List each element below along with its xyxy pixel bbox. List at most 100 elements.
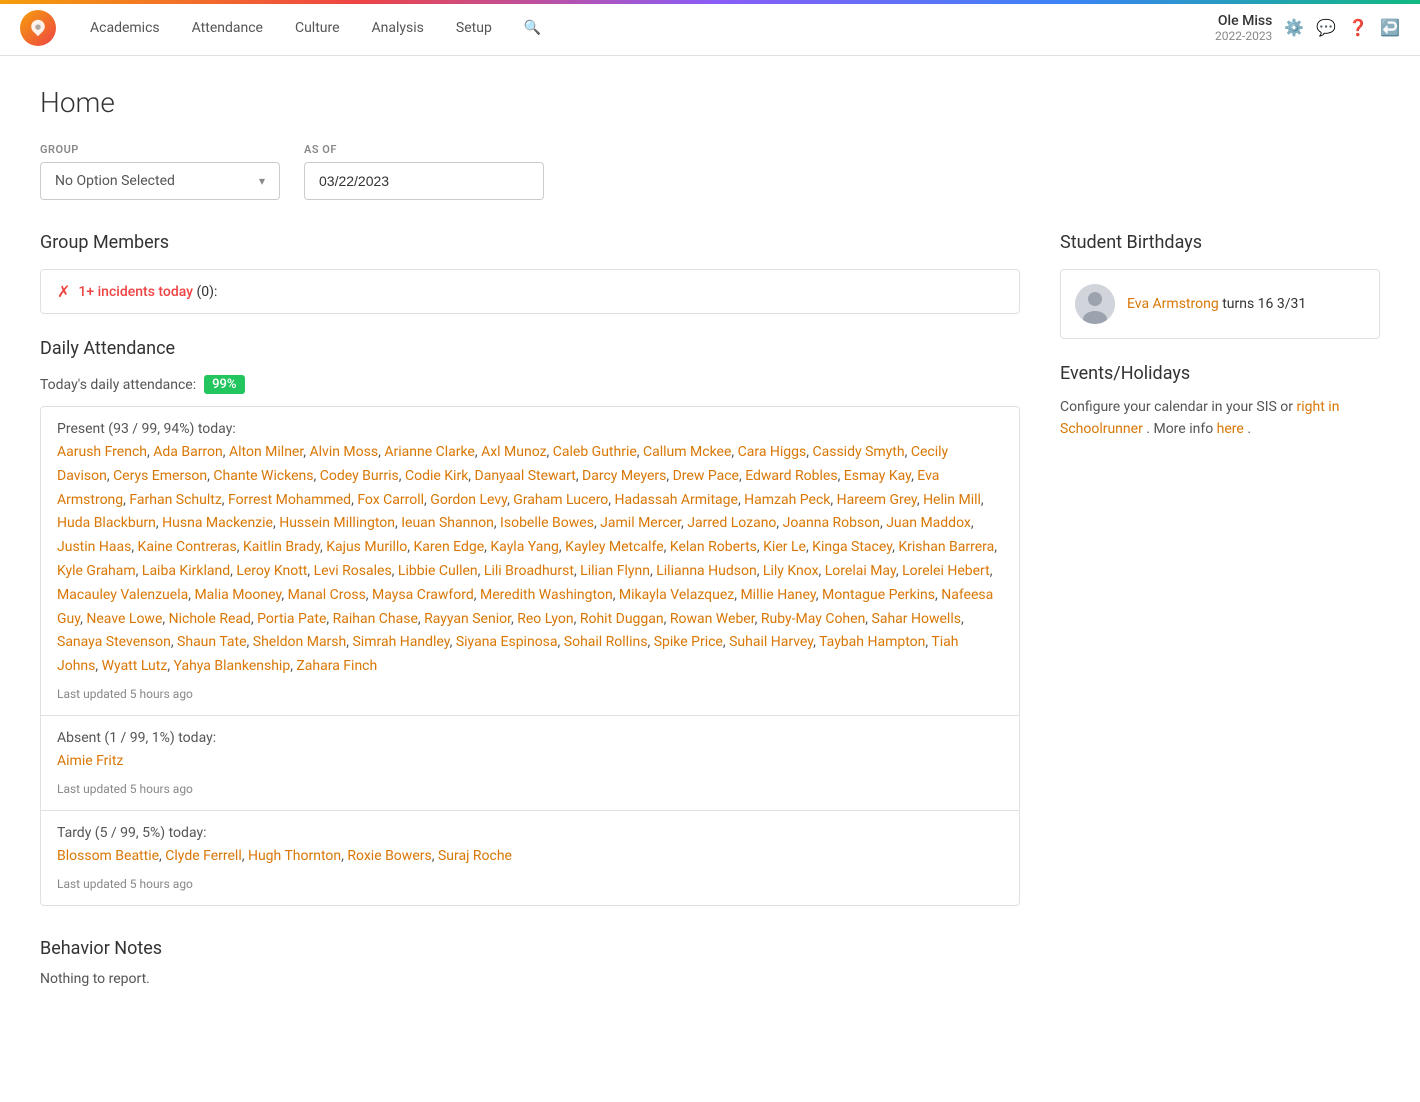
student-link[interactable]: Kaitlin Brady bbox=[243, 539, 320, 555]
student-link[interactable]: Jamil Mercer bbox=[600, 515, 681, 531]
student-link[interactable]: Axl Munoz bbox=[481, 444, 546, 460]
student-link[interactable]: Kelan Roberts bbox=[670, 539, 757, 555]
student-link[interactable]: Blossom Beattie bbox=[57, 848, 159, 864]
student-link[interactable]: Taybah Hampton bbox=[819, 634, 925, 650]
nav-academics[interactable]: Academics bbox=[76, 12, 174, 44]
student-link[interactable]: Lily Knox bbox=[763, 563, 819, 579]
student-link[interactable]: Hamzah Peck bbox=[744, 492, 830, 508]
student-link[interactable]: Roxie Bowers bbox=[347, 848, 431, 864]
student-link[interactable]: Libbie Cullen bbox=[398, 563, 478, 579]
student-link[interactable]: Lorelei Hebert bbox=[902, 563, 990, 579]
student-link[interactable]: Helin Mill bbox=[923, 492, 981, 508]
nav-analysis[interactable]: Analysis bbox=[358, 12, 438, 44]
student-link[interactable]: Codie Kirk bbox=[405, 468, 468, 484]
student-link[interactable]: Farhan Schultz bbox=[129, 492, 221, 508]
group-select[interactable]: No Option Selected ▾ bbox=[40, 162, 280, 200]
student-link[interactable]: Lilian Flynn bbox=[580, 563, 650, 579]
student-link[interactable]: Aimie Fritz bbox=[57, 753, 123, 769]
student-link[interactable]: Hadassah Armitage bbox=[615, 492, 738, 508]
student-link[interactable]: Portia Pate bbox=[257, 611, 326, 627]
nav-attendance[interactable]: Attendance bbox=[178, 12, 277, 44]
student-link[interactable]: Manal Cross bbox=[288, 587, 366, 603]
student-link[interactable]: Lorelai May bbox=[825, 563, 896, 579]
student-link[interactable]: Callum Mckee bbox=[643, 444, 731, 460]
student-link[interactable]: Danyaal Stewart bbox=[475, 468, 576, 484]
student-link[interactable]: Hareem Grey bbox=[837, 492, 917, 508]
student-link[interactable]: Sheldon Marsh bbox=[253, 634, 346, 650]
student-link[interactable]: Montague Perkins bbox=[822, 587, 935, 603]
student-link[interactable]: Lili Broadhurst bbox=[484, 563, 574, 579]
student-link[interactable]: Kyle Graham bbox=[57, 563, 136, 579]
search-icon[interactable]: 🔍 bbox=[518, 14, 547, 42]
student-link[interactable]: Forrest Mohammed bbox=[228, 492, 351, 508]
student-link[interactable]: Kayley Metcalfe bbox=[565, 539, 663, 555]
logo[interactable] bbox=[20, 10, 56, 46]
student-link[interactable]: Zahara Finch bbox=[296, 658, 377, 674]
student-link[interactable]: Joanna Robson bbox=[783, 515, 880, 531]
student-link[interactable]: Aarush French bbox=[57, 444, 147, 460]
student-link[interactable]: Leroy Knott bbox=[236, 563, 307, 579]
student-link[interactable]: Gordon Levy bbox=[430, 492, 507, 508]
student-link[interactable]: Ruby-May Cohen bbox=[761, 611, 865, 627]
student-link[interactable]: Yahya Blankenship bbox=[174, 658, 291, 674]
student-link[interactable]: Codey Burris bbox=[320, 468, 399, 484]
student-link[interactable]: Krishan Barrera bbox=[898, 539, 994, 555]
student-link[interactable]: Neave Lowe bbox=[86, 611, 162, 627]
student-link[interactable]: Spike Price bbox=[654, 634, 723, 650]
student-link[interactable]: Meredith Washington bbox=[480, 587, 613, 603]
student-link[interactable]: Maysa Crawford bbox=[372, 587, 474, 603]
student-link[interactable]: Kaine Contreras bbox=[138, 539, 237, 555]
student-link[interactable]: Shaun Tate bbox=[177, 634, 247, 650]
student-link[interactable]: Caleb Guthrie bbox=[553, 444, 637, 460]
student-link[interactable]: Reo Lyon bbox=[517, 611, 573, 627]
student-link[interactable]: Arianne Clarke bbox=[384, 444, 475, 460]
help-icon[interactable]: ❓ bbox=[1348, 18, 1368, 37]
student-link[interactable]: Sahar Howells bbox=[872, 611, 961, 627]
student-link[interactable]: Jarred Lozano bbox=[687, 515, 776, 531]
student-link[interactable]: Isobelle Bowes bbox=[500, 515, 594, 531]
student-link[interactable]: Kajus Murillo bbox=[326, 539, 407, 555]
student-link[interactable]: Suraj Roche bbox=[438, 848, 512, 864]
student-link[interactable]: Justin Haas bbox=[57, 539, 131, 555]
student-link[interactable]: Edward Robles bbox=[745, 468, 837, 484]
student-link[interactable]: Ieuan Shannon bbox=[401, 515, 494, 531]
student-link[interactable]: Huda Blackburn bbox=[57, 515, 156, 531]
student-link[interactable]: Rowan Weber bbox=[670, 611, 755, 627]
student-link[interactable]: Kier Le bbox=[763, 539, 806, 555]
student-link[interactable]: Hussein Millington bbox=[279, 515, 395, 531]
student-link[interactable]: Clyde Ferrell bbox=[165, 848, 241, 864]
nav-setup[interactable]: Setup bbox=[442, 12, 506, 44]
gear-icon[interactable]: ⚙️ bbox=[1284, 18, 1304, 37]
student-link[interactable]: Karen Edge bbox=[414, 539, 485, 555]
student-link[interactable]: Macauley Valenzuela bbox=[57, 587, 188, 603]
student-link[interactable]: Chante Wickens bbox=[213, 468, 313, 484]
student-link[interactable]: Levi Rosales bbox=[314, 563, 392, 579]
asof-input[interactable] bbox=[304, 162, 544, 200]
student-link[interactable]: Siyana Espinosa bbox=[456, 634, 558, 650]
student-link[interactable]: Juan Maddox bbox=[886, 515, 971, 531]
student-link[interactable]: Raihan Chase bbox=[333, 611, 418, 627]
back-icon[interactable]: ↩️ bbox=[1380, 18, 1400, 37]
student-link[interactable]: Husna Mackenzie bbox=[162, 515, 273, 531]
student-link[interactable]: Esmay Kay bbox=[844, 468, 911, 484]
student-link[interactable]: Wyatt Lutz bbox=[102, 658, 168, 674]
nav-culture[interactable]: Culture bbox=[281, 12, 354, 44]
student-link[interactable]: Cara Higgs bbox=[738, 444, 807, 460]
student-link[interactable]: Cerys Emerson bbox=[113, 468, 207, 484]
student-link[interactable]: Nichole Read bbox=[169, 611, 251, 627]
student-link[interactable]: Rayyan Senior bbox=[424, 611, 511, 627]
student-link[interactable]: Rohit Duggan bbox=[580, 611, 664, 627]
student-link[interactable]: Fox Carroll bbox=[357, 492, 424, 508]
student-link[interactable]: Drew Pace bbox=[673, 468, 739, 484]
student-link[interactable]: Mikayla Velazquez bbox=[619, 587, 734, 603]
student-link[interactable]: Kinga Stacey bbox=[812, 539, 892, 555]
student-link[interactable]: Hugh Thornton bbox=[248, 848, 341, 864]
student-link[interactable]: Simrah Handley bbox=[352, 634, 449, 650]
student-link[interactable]: Alton Milner bbox=[229, 444, 303, 460]
student-link[interactable]: Darcy Meyers bbox=[582, 468, 666, 484]
student-link[interactable]: Graham Lucero bbox=[513, 492, 608, 508]
student-link[interactable]: Ada Barron bbox=[153, 444, 223, 460]
chat-icon[interactable]: 💬 bbox=[1316, 18, 1336, 37]
student-link[interactable]: Alvin Moss bbox=[310, 444, 379, 460]
student-link[interactable]: Sanaya Stevenson bbox=[57, 634, 171, 650]
